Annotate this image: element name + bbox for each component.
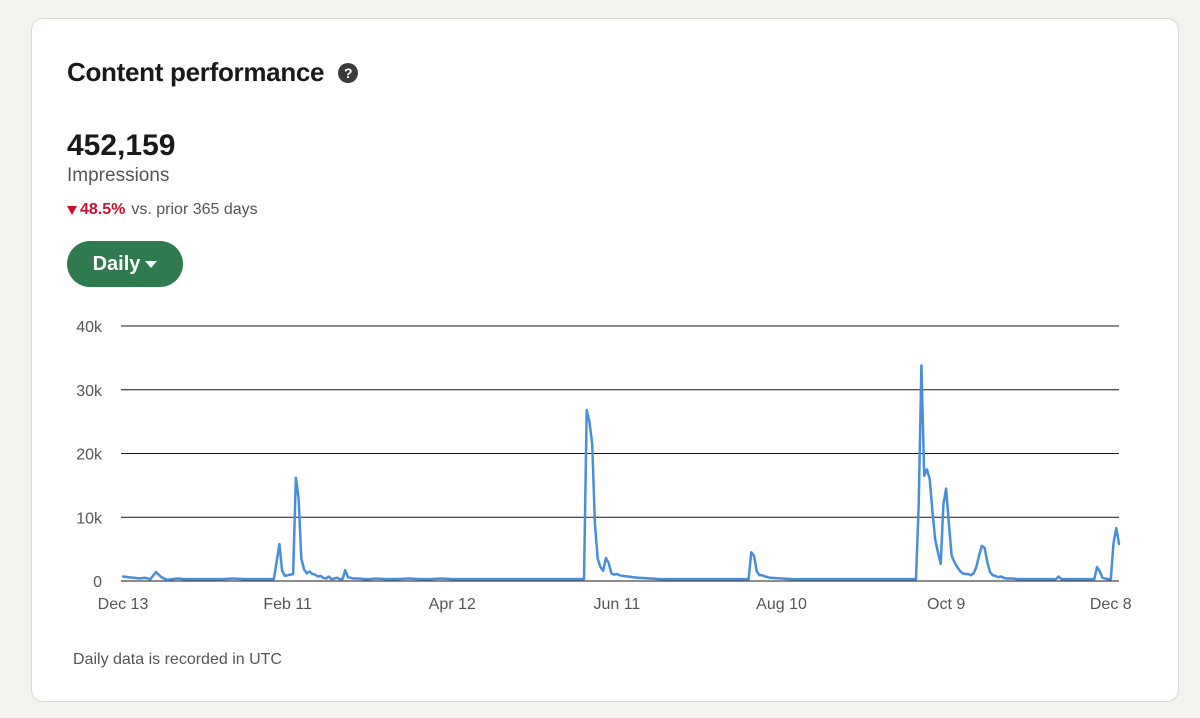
y-tick-label: 20k (76, 447, 103, 464)
utc-footnote: Daily data is recorded in UTC (73, 651, 282, 668)
y-tick-label: 10k (76, 510, 103, 527)
x-tick-label: Jun 11 (593, 596, 640, 613)
y-tick-label: 0 (93, 574, 102, 591)
impressions-line-chart: 0 10k 20k 30k 40k Dec 13 Feb 11 Apr 12 Jun 11 Au… (76, 319, 1132, 613)
y-tick-label: 40k (76, 319, 103, 336)
x-tick-label: Dec 8 (1090, 596, 1132, 613)
x-tick-label: Dec 13 (98, 596, 149, 613)
content-performance-card: Content performance ? 452,159 Impression… (31, 18, 1179, 702)
x-tick-label: Aug 10 (756, 596, 807, 613)
series-line-impressions (121, 364, 1121, 581)
y-tick-label: 30k (76, 383, 103, 400)
x-tick-label: Apr 12 (429, 596, 476, 613)
x-tick-label: Feb 11 (263, 596, 312, 613)
x-tick-label: Oct 9 (927, 596, 965, 613)
